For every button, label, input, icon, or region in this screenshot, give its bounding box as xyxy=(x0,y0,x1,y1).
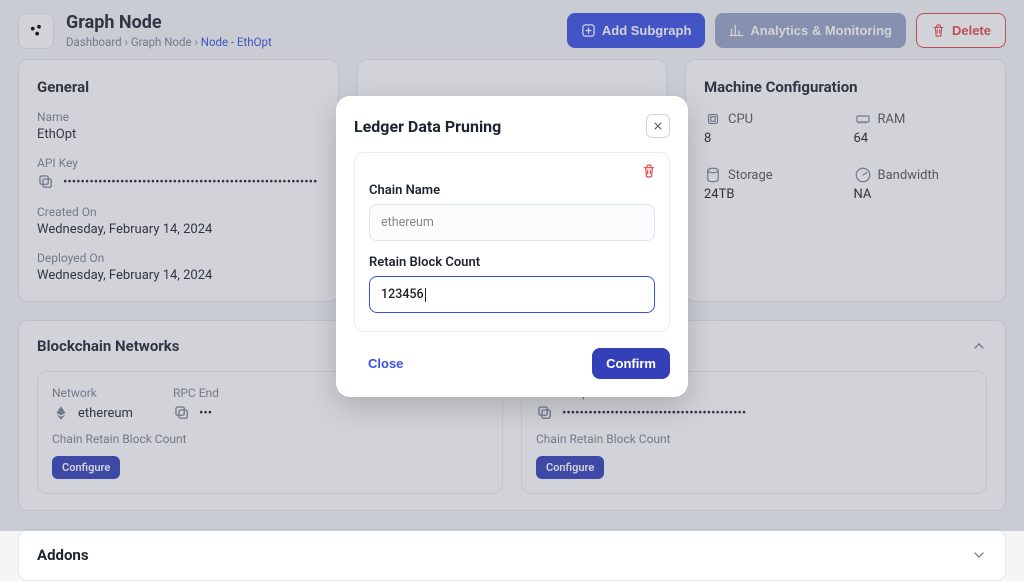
text-caret xyxy=(425,288,426,302)
modal-close-button[interactable] xyxy=(646,114,670,138)
chain-name-label: Chain Name xyxy=(369,183,655,198)
addons-title: Addons xyxy=(37,546,89,564)
retain-count-label: Retain Block Count xyxy=(369,255,655,270)
modal-title: Ledger Data Pruning xyxy=(354,117,501,136)
retain-count-input[interactable]: 123456 xyxy=(369,276,655,313)
trash-icon xyxy=(641,163,657,179)
form-delete-button[interactable] xyxy=(641,163,657,183)
chain-name-field: ethereum xyxy=(369,204,655,241)
retain-count-value: 123456 xyxy=(381,287,424,302)
addons-accordion: Addons xyxy=(18,529,1006,581)
chain-name-value: ethereum xyxy=(381,215,434,230)
chevron-down-icon xyxy=(971,547,987,563)
addons-header[interactable]: Addons xyxy=(37,546,987,564)
pruning-modal: Ledger Data Pruning Chain Name ethereum … xyxy=(336,96,688,397)
modal-confirm-button[interactable]: Confirm xyxy=(592,348,670,379)
close-icon xyxy=(652,120,664,132)
modal-close-text-button[interactable]: Close xyxy=(354,348,417,379)
modal-form: Chain Name ethereum Retain Block Count 1… xyxy=(354,152,670,332)
modal-overlay[interactable]: Ledger Data Pruning Chain Name ethereum … xyxy=(0,0,1024,531)
